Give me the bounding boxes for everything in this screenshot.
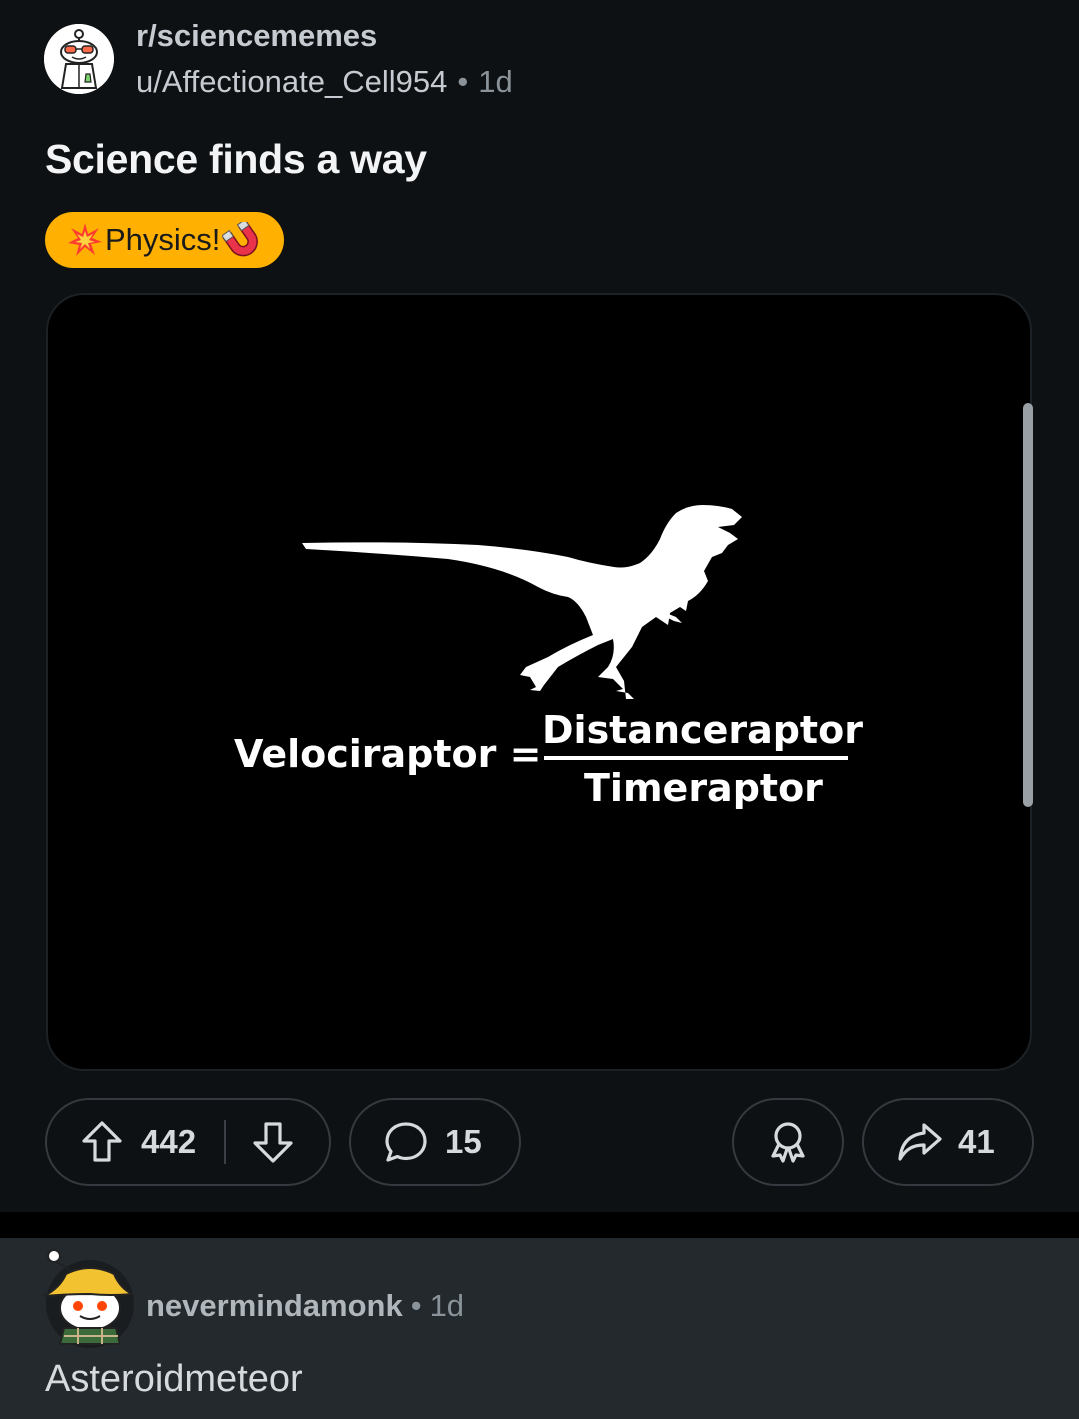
commenter-username[interactable]: nevermindamonk (146, 1288, 403, 1323)
downvote-arrow-icon (253, 1122, 293, 1163)
downvote-button[interactable] (250, 1119, 296, 1165)
equation-left: Velociraptor = (234, 732, 542, 776)
commenter-avatar[interactable] (40, 1244, 140, 1350)
flair-label: Physics! (105, 222, 221, 257)
subreddit-avatar[interactable] (44, 24, 114, 94)
comments-button[interactable]: 15 (349, 1098, 521, 1186)
velociraptor-silhouette (302, 505, 742, 699)
award-ribbon-icon (771, 1122, 805, 1163)
upvote-count: 442 (141, 1123, 197, 1160)
comment-count: 15 (445, 1123, 482, 1160)
post-title[interactable]: Science finds a way (45, 136, 427, 183)
equation-denominator: Timeraptor (584, 766, 823, 810)
upvote-arrow-icon (82, 1121, 122, 1162)
fraction-bar (544, 756, 848, 760)
post-image[interactable]: Velociraptor = Distanceraptor Timeraptor (46, 293, 1032, 1071)
scientist-snoo-icon (44, 24, 114, 94)
comment-text: Asteroidmeteor (45, 1358, 303, 1400)
equation-numerator: Distanceraptor (542, 708, 863, 752)
scrollbar-thumb[interactable] (1023, 403, 1033, 807)
magnet-icon (222, 222, 259, 257)
post-card: r/sciencememes u/Affectionate_Cell954 • 1d… (0, 0, 1079, 1212)
comment-bubble-icon (385, 1122, 427, 1162)
award-button[interactable] (732, 1098, 844, 1186)
meta-separator: • (457, 64, 469, 99)
vote-separator (224, 1120, 227, 1164)
comment-age: 1d (429, 1288, 465, 1323)
comment-meta-separator: • (410, 1288, 422, 1323)
share-button[interactable]: 41 (862, 1098, 1034, 1186)
vote-bar: 442 (45, 1098, 331, 1186)
post-meta: u/Affectionate_Cell954 • 1d (136, 64, 513, 100)
comment-meta: nevermindamonk • 1d (146, 1288, 464, 1324)
upvote-button[interactable] (79, 1119, 125, 1165)
collision-icon (68, 223, 102, 256)
subreddit-name[interactable]: r/sciencememes (136, 18, 377, 54)
post-flair[interactable]: Physics! (45, 212, 285, 268)
author-name[interactable]: u/Affectionate_Cell954 (136, 64, 447, 99)
section-divider (0, 1212, 1079, 1238)
share-count: 41 (958, 1123, 995, 1160)
post-age: 1d (478, 64, 513, 99)
snoo-bucket-hat-icon (43, 1249, 136, 1348)
share-arrow-icon (898, 1123, 942, 1161)
